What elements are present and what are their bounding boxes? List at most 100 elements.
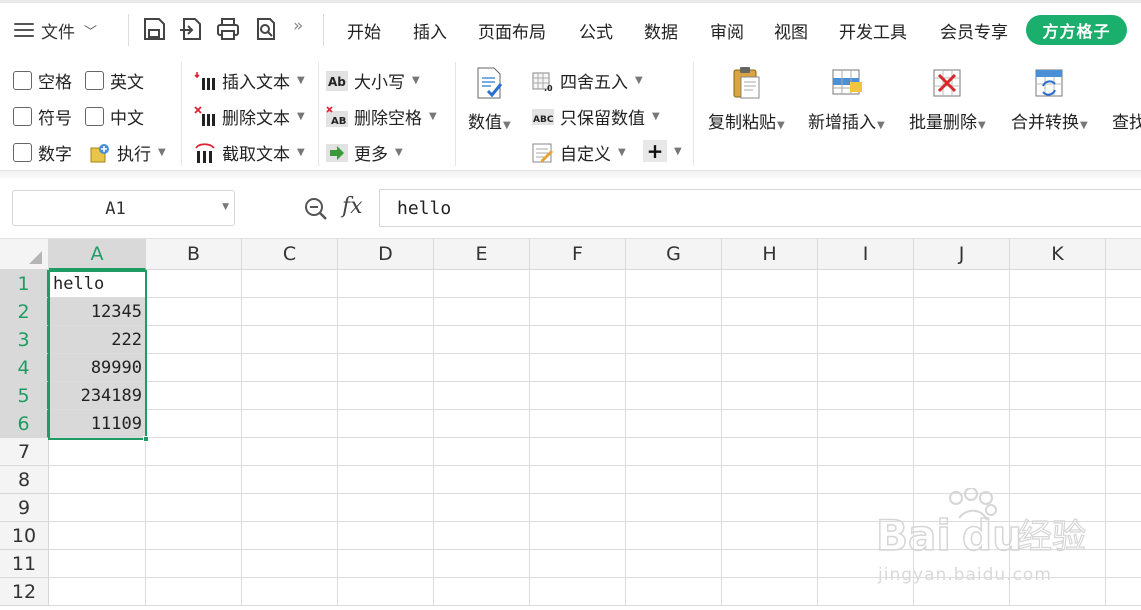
tab-home[interactable]: 开始 xyxy=(347,18,381,43)
cell-i12[interactable] xyxy=(818,578,914,606)
cell-e3[interactable] xyxy=(434,326,530,354)
cell-d10[interactable] xyxy=(338,522,434,550)
cell-a6[interactable]: 11109 xyxy=(49,410,146,438)
cell-i1[interactable] xyxy=(818,270,914,298)
cell-l2[interactable] xyxy=(1106,298,1141,326)
column-header-j[interactable]: J xyxy=(914,239,1010,270)
column-header-c[interactable]: C xyxy=(242,239,338,270)
cell-e2[interactable] xyxy=(434,298,530,326)
cell-d5[interactable] xyxy=(338,382,434,410)
cell-i2[interactable] xyxy=(818,298,914,326)
file-menu[interactable]: 文件 ﹀ xyxy=(14,14,97,46)
cell-f5[interactable] xyxy=(530,382,626,410)
cell-b7[interactable] xyxy=(146,438,242,466)
cell-a2[interactable]: 12345 xyxy=(49,298,146,326)
more-button[interactable]: 更多 ▼ xyxy=(326,140,403,165)
case-button[interactable]: Ab 大小写 ▼ xyxy=(326,68,420,93)
cell-l10[interactable] xyxy=(1106,522,1141,550)
cell-f6[interactable] xyxy=(530,410,626,438)
cell-f11[interactable] xyxy=(530,550,626,578)
cell-a10[interactable] xyxy=(49,522,146,550)
tab-view[interactable]: 视图 xyxy=(774,18,808,43)
cell-b8[interactable] xyxy=(146,466,242,494)
cell-g3[interactable] xyxy=(626,326,722,354)
insert-text-button[interactable]: 插入文本 ▼ xyxy=(194,68,305,93)
cell-l7[interactable] xyxy=(1106,438,1141,466)
cell-f2[interactable] xyxy=(530,298,626,326)
cell-k9[interactable] xyxy=(1010,494,1106,522)
cell-l11[interactable] xyxy=(1106,550,1141,578)
cell-b11[interactable] xyxy=(146,550,242,578)
save-icon[interactable] xyxy=(141,16,167,42)
checkbox-box[interactable] xyxy=(13,71,32,90)
cell-l12[interactable] xyxy=(1106,578,1141,606)
formula-input[interactable]: hello xyxy=(379,189,1141,227)
cell-f1[interactable] xyxy=(530,270,626,298)
checkbox-box[interactable] xyxy=(85,71,104,90)
row-header-10[interactable]: 10 xyxy=(0,522,49,550)
column-header-e[interactable]: E xyxy=(434,239,530,270)
cell-d2[interactable] xyxy=(338,298,434,326)
column-header-d[interactable]: D xyxy=(338,239,434,270)
cell-f9[interactable] xyxy=(530,494,626,522)
cell-a7[interactable] xyxy=(49,438,146,466)
custom-button[interactable]: 自定义 ▼ xyxy=(532,140,626,165)
cell-a5[interactable]: 234189 xyxy=(49,382,146,410)
select-all-button[interactable] xyxy=(0,239,49,270)
cell-f8[interactable] xyxy=(530,466,626,494)
cell-l4[interactable] xyxy=(1106,354,1141,382)
cell-j5[interactable] xyxy=(914,382,1010,410)
row-header-12[interactable]: 12 xyxy=(0,578,49,606)
cell-b4[interactable] xyxy=(146,354,242,382)
name-box[interactable]: A1 ▼ xyxy=(12,190,235,226)
cell-b12[interactable] xyxy=(146,578,242,606)
copy-paste-button[interactable]: 复制粘贴▼ xyxy=(708,66,785,133)
batch-delete-button[interactable]: 批量删除▼ xyxy=(909,66,986,133)
cell-h10[interactable] xyxy=(722,522,818,550)
cell-g10[interactable] xyxy=(626,522,722,550)
cell-l1[interactable] xyxy=(1106,270,1141,298)
cell-i9[interactable] xyxy=(818,494,914,522)
cell-k5[interactable] xyxy=(1010,382,1106,410)
print-preview-icon[interactable] xyxy=(253,16,279,42)
cell-g6[interactable] xyxy=(626,410,722,438)
cell-c5[interactable] xyxy=(242,382,338,410)
round-button[interactable]: .0 四舍五入 ▼ xyxy=(532,68,643,93)
more-commands-icon[interactable]: » xyxy=(293,16,303,36)
cell-d12[interactable] xyxy=(338,578,434,606)
cell-b3[interactable] xyxy=(146,326,242,354)
cell-l9[interactable] xyxy=(1106,494,1141,522)
column-header-k[interactable]: K xyxy=(1010,239,1106,270)
cell-h4[interactable] xyxy=(722,354,818,382)
cell-c8[interactable] xyxy=(242,466,338,494)
insert-function-button[interactable]: fx xyxy=(342,194,363,219)
cell-k4[interactable] xyxy=(1010,354,1106,382)
cell-h12[interactable] xyxy=(722,578,818,606)
cell-c6[interactable] xyxy=(242,410,338,438)
column-header-partial[interactable] xyxy=(1106,239,1141,270)
cell-j4[interactable] xyxy=(914,354,1010,382)
column-header-b[interactable]: B xyxy=(146,239,242,270)
cell-g1[interactable] xyxy=(626,270,722,298)
cell-d6[interactable] xyxy=(338,410,434,438)
cell-e10[interactable] xyxy=(434,522,530,550)
tab-review[interactable]: 审阅 xyxy=(710,18,744,43)
spreadsheet-grid[interactable]: A B C D E F G H I J K 1 hello 2 12345 3 222 4 89990 5 234189… xyxy=(0,238,1141,610)
cell-j3[interactable] xyxy=(914,326,1010,354)
keep-values-button[interactable]: ABC 只保留数值 ▼ xyxy=(532,104,660,129)
cell-g11[interactable] xyxy=(626,550,722,578)
fill-handle[interactable] xyxy=(143,436,149,442)
row-header-8[interactable]: 8 xyxy=(0,466,49,494)
cell-j10[interactable] xyxy=(914,522,1010,550)
cell-h2[interactable] xyxy=(722,298,818,326)
cell-b5[interactable] xyxy=(146,382,242,410)
cell-c9[interactable] xyxy=(242,494,338,522)
cell-k8[interactable] xyxy=(1010,466,1106,494)
column-header-a[interactable]: A xyxy=(49,239,146,270)
cell-f10[interactable] xyxy=(530,522,626,550)
cell-f7[interactable] xyxy=(530,438,626,466)
tab-fangfang-gezi[interactable]: 方方格子 xyxy=(1026,15,1127,45)
cell-e12[interactable] xyxy=(434,578,530,606)
cell-g9[interactable] xyxy=(626,494,722,522)
cell-g12[interactable] xyxy=(626,578,722,606)
